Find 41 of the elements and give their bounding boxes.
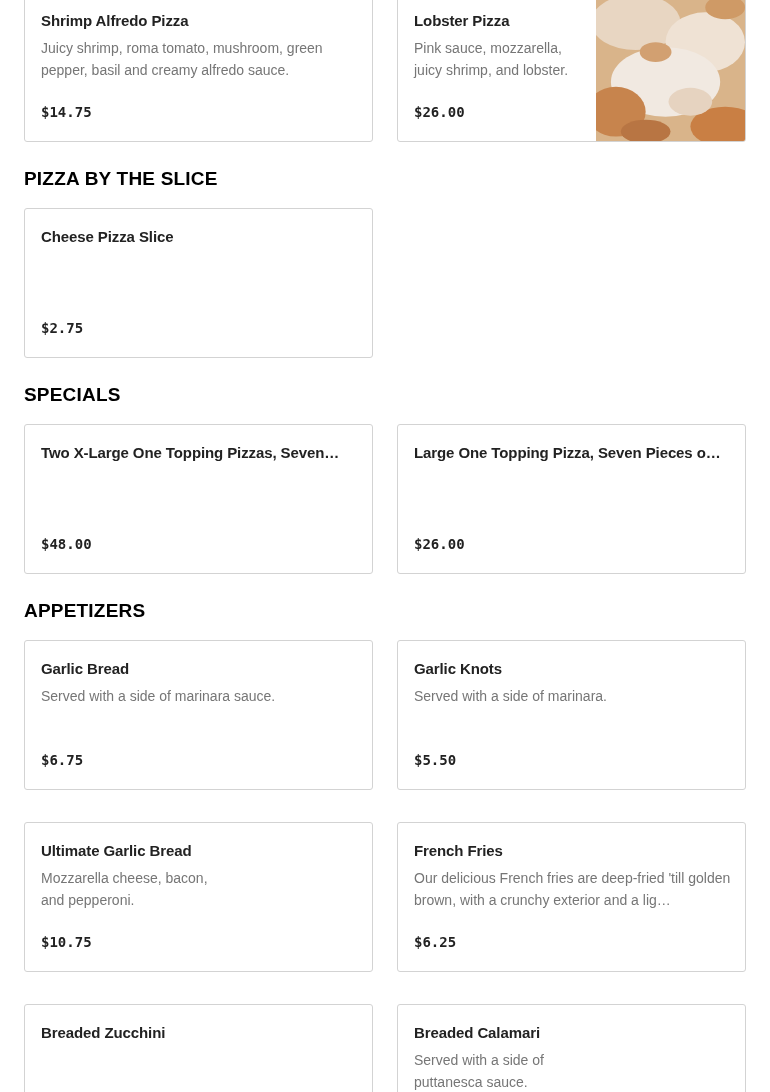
item-name: Lobster Pizza — [414, 11, 511, 31]
menu-item-card[interactable]: Garlic Knots Served with a side of marinara. $5.50 — [397, 640, 746, 790]
item-price: $26.00 — [414, 103, 466, 122]
item-name: Garlic Bread — [41, 659, 130, 679]
menu-item-card[interactable]: Ultimate Garlic Bread Mozzarella cheese, bacon, and pepperoni. $10.75 — [24, 822, 373, 972]
item-name: Large One Topping Pizza, Seven Pieces o… — [414, 443, 722, 463]
item-name: Garlic Knots — [414, 659, 503, 679]
item-price: $10.75 — [41, 933, 93, 952]
item-price: $5.50 — [414, 751, 458, 770]
item-name: Cheese Pizza Slice — [41, 227, 175, 247]
item-description: Juicy shrimp, roma tomato, mushroom, green pepper, basil and creamy alfredo sauce. — [41, 39, 324, 80]
menu-item-card[interactable]: Shrimp Alfredo Pizza Juicy shrimp, roma tomato, mushroom, green pepper, basil and creamy alfredo sauce. $14.75 — [24, 0, 373, 142]
section-heading: PIZZA BY THE SLICE — [24, 168, 219, 190]
item-name: Ultimate Garlic Bread — [41, 841, 193, 861]
item-name: Shrimp Alfredo Pizza — [41, 11, 190, 31]
item-description: Served with a side of marinara. — [414, 687, 608, 706]
menu-item-card[interactable]: Cheese Pizza Slice $2.75 — [24, 208, 373, 358]
menu-item-card[interactable]: Lobster Pizza Pink sauce, mozzarella, juicy shrimp, and lobster. $26.00 — [397, 0, 746, 142]
item-price: $6.75 — [41, 751, 85, 770]
item-name: Two X-Large One Topping Pizzas, Seven… — [41, 443, 341, 463]
section-heading: APPETIZERS — [24, 600, 147, 622]
item-price: $14.75 — [41, 103, 93, 122]
item-description: Served with a side of marinara sauce. — [41, 687, 277, 706]
section-heading: SPECIALS — [24, 384, 122, 406]
item-name: Breaded Zucchini — [41, 1023, 167, 1043]
item-price: $6.25 — [414, 933, 458, 952]
item-description: Our delicious French fries are deep-fried 'till golden brown, with a crunchy exterior and a lig… — [414, 869, 732, 910]
menu-item-card[interactable]: Garlic Bread Served with a side of marinara sauce. $6.75 — [24, 640, 373, 790]
menu-item-card[interactable]: Breaded Zucchini — [24, 1004, 373, 1092]
menu-item-card[interactable]: Two X-Large One Topping Pizzas, Seven… $48.00 — [24, 424, 373, 574]
item-description: Mozzarella cheese, bacon, and pepperoni. — [41, 869, 209, 910]
item-description: Served with a side of puttanesca sauce. — [414, 1051, 545, 1092]
menu-item-card[interactable]: French Fries Our delicious French fries are deep-fried 'till golden brown, with a crunchy exterior and a lig… $6.25 — [397, 822, 746, 972]
item-price: $26.00 — [414, 535, 466, 554]
menu-item-card[interactable]: Large One Topping Pizza, Seven Pieces o… $26.00 — [397, 424, 746, 574]
menu-item-card[interactable]: Breaded Calamari Served with a side of puttanesca sauce. — [397, 1004, 746, 1092]
item-description: Pink sauce, mozzarella, juicy shrimp, and lobster. — [414, 39, 570, 80]
item-name: Breaded Calamari — [414, 1023, 541, 1043]
item-price: $48.00 — [41, 535, 93, 554]
item-price: $2.75 — [41, 319, 85, 338]
item-name: French Fries — [414, 841, 504, 861]
